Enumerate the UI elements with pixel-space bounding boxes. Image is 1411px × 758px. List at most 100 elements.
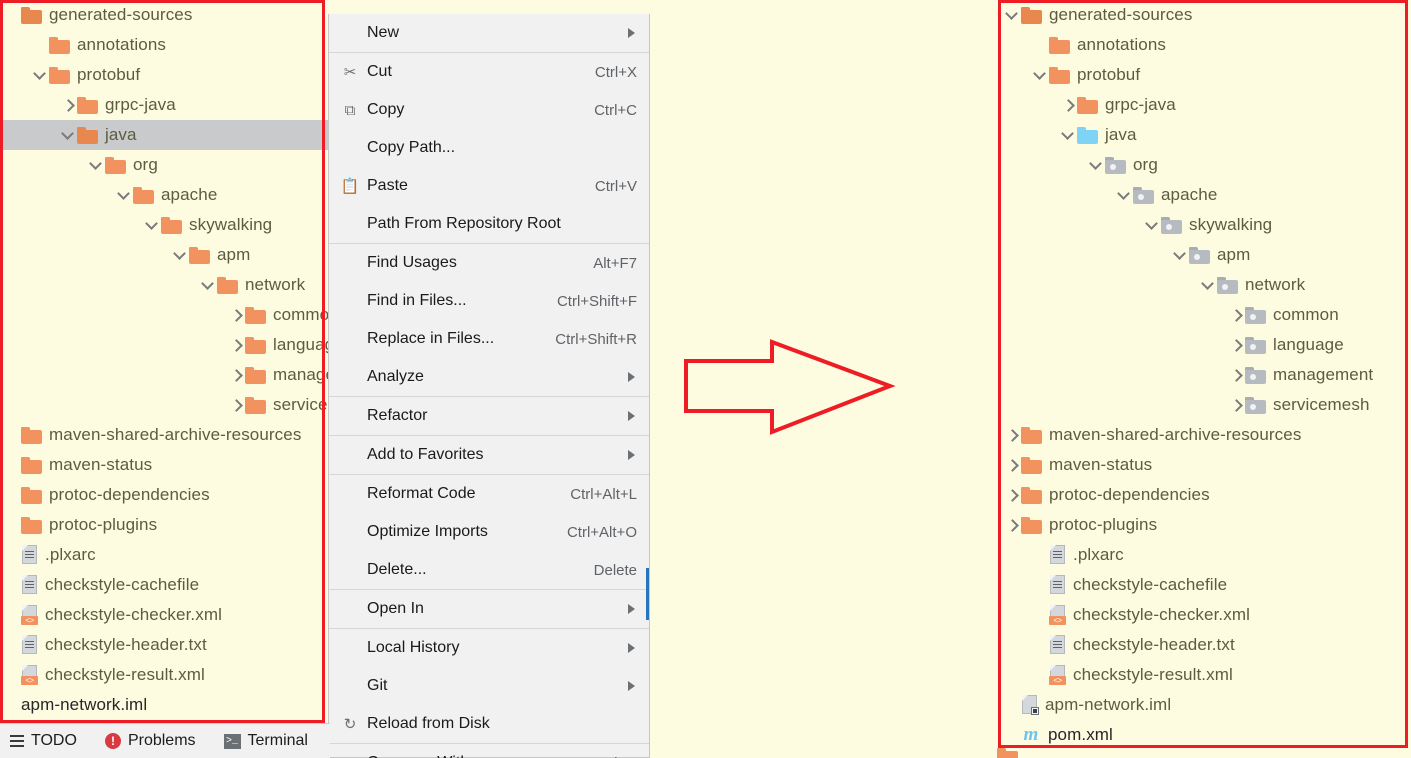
tree-row[interactable]: maven-shared-archive-resources xyxy=(0,420,328,450)
chevron-down-icon[interactable] xyxy=(1032,67,1049,84)
tree-row[interactable]: grpc-java xyxy=(0,90,328,120)
chevron-down-icon[interactable] xyxy=(1004,7,1021,24)
menu-item[interactable]: Add to Favorites xyxy=(329,436,649,474)
tree-row[interactable]: servicemesh xyxy=(998,390,1411,420)
tree-row[interactable]: maven-status xyxy=(998,450,1411,480)
tree-row[interactable]: skywalking xyxy=(998,210,1411,240)
tree-row[interactable]: .plxarc xyxy=(0,540,328,570)
tree-row[interactable]: protoc-plugins xyxy=(0,510,328,540)
tree-row[interactable]: protobuf xyxy=(0,60,328,90)
chevron-down-icon[interactable] xyxy=(1060,127,1077,144)
menu-item[interactable]: ↻ Reload from Disk xyxy=(329,705,649,743)
chevron-right-icon[interactable] xyxy=(1004,427,1021,444)
menu-item[interactable]: Optimize Imports Ctrl+Alt+O xyxy=(329,513,649,551)
tree-row[interactable]: maven-status xyxy=(0,450,328,480)
tree-row[interactable]: java xyxy=(998,120,1411,150)
tree-row[interactable]: generated-sources xyxy=(998,0,1411,30)
tree-before[interactable]: generated-sources annotations protobuf grpc… xyxy=(0,0,328,720)
tree-row[interactable]: servicemesh xyxy=(0,390,328,420)
menu-item[interactable]: Refactor xyxy=(329,397,649,435)
chevron-right-icon[interactable] xyxy=(228,337,245,354)
menu-item[interactable]: Reformat Code Ctrl+Alt+L xyxy=(329,475,649,513)
tree-row[interactable]: protobuf xyxy=(998,60,1411,90)
chevron-right-icon[interactable] xyxy=(228,367,245,384)
menu-item[interactable]: Find Usages Alt+F7 xyxy=(329,244,649,282)
menu-item[interactable]: Path From Repository Root xyxy=(329,205,649,243)
tree-row[interactable]: org xyxy=(998,150,1411,180)
tree-row[interactable]: annotations xyxy=(0,30,328,60)
tree-row[interactable]: checkstyle-header.txt xyxy=(0,630,328,660)
menu-item[interactable]: Copy Path... xyxy=(329,129,649,167)
menu-item[interactable]: Find in Files... Ctrl+Shift+F xyxy=(329,282,649,320)
chevron-down-icon[interactable] xyxy=(116,187,133,204)
menu-item[interactable]: ✂ Cut Ctrl+X xyxy=(329,53,649,91)
chevron-down-icon[interactable] xyxy=(200,277,217,294)
tree-row[interactable]: management xyxy=(0,360,328,390)
tree-row[interactable]: checkstyle-cachefile xyxy=(0,570,328,600)
tree-row[interactable]: language xyxy=(998,330,1411,360)
chevron-right-icon[interactable] xyxy=(228,397,245,414)
chevron-down-icon[interactable] xyxy=(1116,187,1133,204)
tree-row[interactable]: common xyxy=(998,300,1411,330)
tree-row[interactable]: protoc-plugins xyxy=(998,510,1411,540)
chevron-down-icon[interactable] xyxy=(144,217,161,234)
chevron-right-icon[interactable] xyxy=(1004,487,1021,504)
tree-after[interactable]: generated-sources annotations protobuf grpc… xyxy=(998,0,1411,750)
menu-item[interactable]: 📋 Paste Ctrl+V xyxy=(329,167,649,205)
context-menu[interactable]: New ✂ Cut Ctrl+X ⧉ Copy Ctrl+C Copy Path... 📋 Pas… xyxy=(328,14,650,758)
chevron-down-icon[interactable] xyxy=(60,127,77,144)
status-bar-item[interactable]: TODO xyxy=(10,732,77,750)
menu-item[interactable]: ⇆Compare With...Ctrl+D xyxy=(329,744,649,758)
menu-item[interactable]: Local History xyxy=(329,629,649,667)
chevron-down-icon[interactable] xyxy=(1172,247,1189,264)
menu-item[interactable]: Analyze xyxy=(329,358,649,396)
chevron-right-icon[interactable] xyxy=(1228,337,1245,354)
tree-row[interactable]: apm xyxy=(0,240,328,270)
tree-row[interactable]: apache xyxy=(998,180,1411,210)
tree-row[interactable]: checkstyle-header.txt xyxy=(998,630,1411,660)
chevron-right-icon[interactable] xyxy=(60,97,77,114)
tree-row[interactable]: annotations xyxy=(998,30,1411,60)
chevron-right-icon[interactable] xyxy=(1004,517,1021,534)
tree-row[interactable]: apm-network.iml xyxy=(998,690,1411,720)
tree-row[interactable]: checkstyle-cachefile xyxy=(998,570,1411,600)
tree-row[interactable]: java xyxy=(0,120,328,150)
tree-row[interactable]: <> checkstyle-checker.xml xyxy=(998,600,1411,630)
menu-item[interactable]: Open In xyxy=(329,590,649,628)
tree-row[interactable]: apm xyxy=(998,240,1411,270)
menu-item[interactable]: New xyxy=(329,14,649,52)
menu-item[interactable]: Git xyxy=(329,667,649,705)
menu-item[interactable]: Delete... Delete xyxy=(329,551,649,589)
project-tree-before-panel[interactable]: generated-sources annotations protobuf grpc… xyxy=(0,0,328,723)
chevron-right-icon[interactable] xyxy=(1228,367,1245,384)
chevron-down-icon[interactable] xyxy=(88,157,105,174)
chevron-right-icon[interactable] xyxy=(1228,397,1245,414)
menu-scroll-indicator[interactable] xyxy=(646,568,649,620)
chevron-right-icon[interactable] xyxy=(1004,457,1021,474)
tree-row[interactable]: org xyxy=(0,150,328,180)
tree-row[interactable]: generated-sources xyxy=(0,0,328,30)
chevron-down-icon[interactable] xyxy=(32,67,49,84)
tree-row[interactable]: apache xyxy=(0,180,328,210)
tree-row[interactable]: <> checkstyle-checker.xml xyxy=(0,600,328,630)
tree-row[interactable]: protoc-dependencies xyxy=(0,480,328,510)
status-bar-item[interactable]: >_ Terminal xyxy=(223,732,308,750)
status-bar-item[interactable]: ! Problems xyxy=(104,732,196,750)
tree-row[interactable]: network xyxy=(0,270,328,300)
tree-row[interactable]: <> checkstyle-result.xml xyxy=(0,660,328,690)
menu-item[interactable]: Replace in Files... Ctrl+Shift+R xyxy=(329,320,649,358)
tree-row[interactable]: management xyxy=(998,360,1411,390)
tree-row[interactable]: protoc-dependencies xyxy=(998,480,1411,510)
chevron-right-icon[interactable] xyxy=(1228,307,1245,324)
chevron-right-icon[interactable] xyxy=(1060,97,1077,114)
tree-row[interactable]: common xyxy=(0,300,328,330)
tree-row[interactable]: maven-shared-archive-resources xyxy=(998,420,1411,450)
chevron-right-icon[interactable] xyxy=(228,307,245,324)
chevron-down-icon[interactable] xyxy=(172,247,189,264)
chevron-down-icon[interactable] xyxy=(1088,157,1105,174)
chevron-down-icon[interactable] xyxy=(1144,217,1161,234)
tree-row[interactable]: language xyxy=(0,330,328,360)
menu-item[interactable]: ⧉ Copy Ctrl+C xyxy=(329,91,649,129)
chevron-down-icon[interactable] xyxy=(1200,277,1217,294)
tree-row[interactable]: grpc-java xyxy=(998,90,1411,120)
